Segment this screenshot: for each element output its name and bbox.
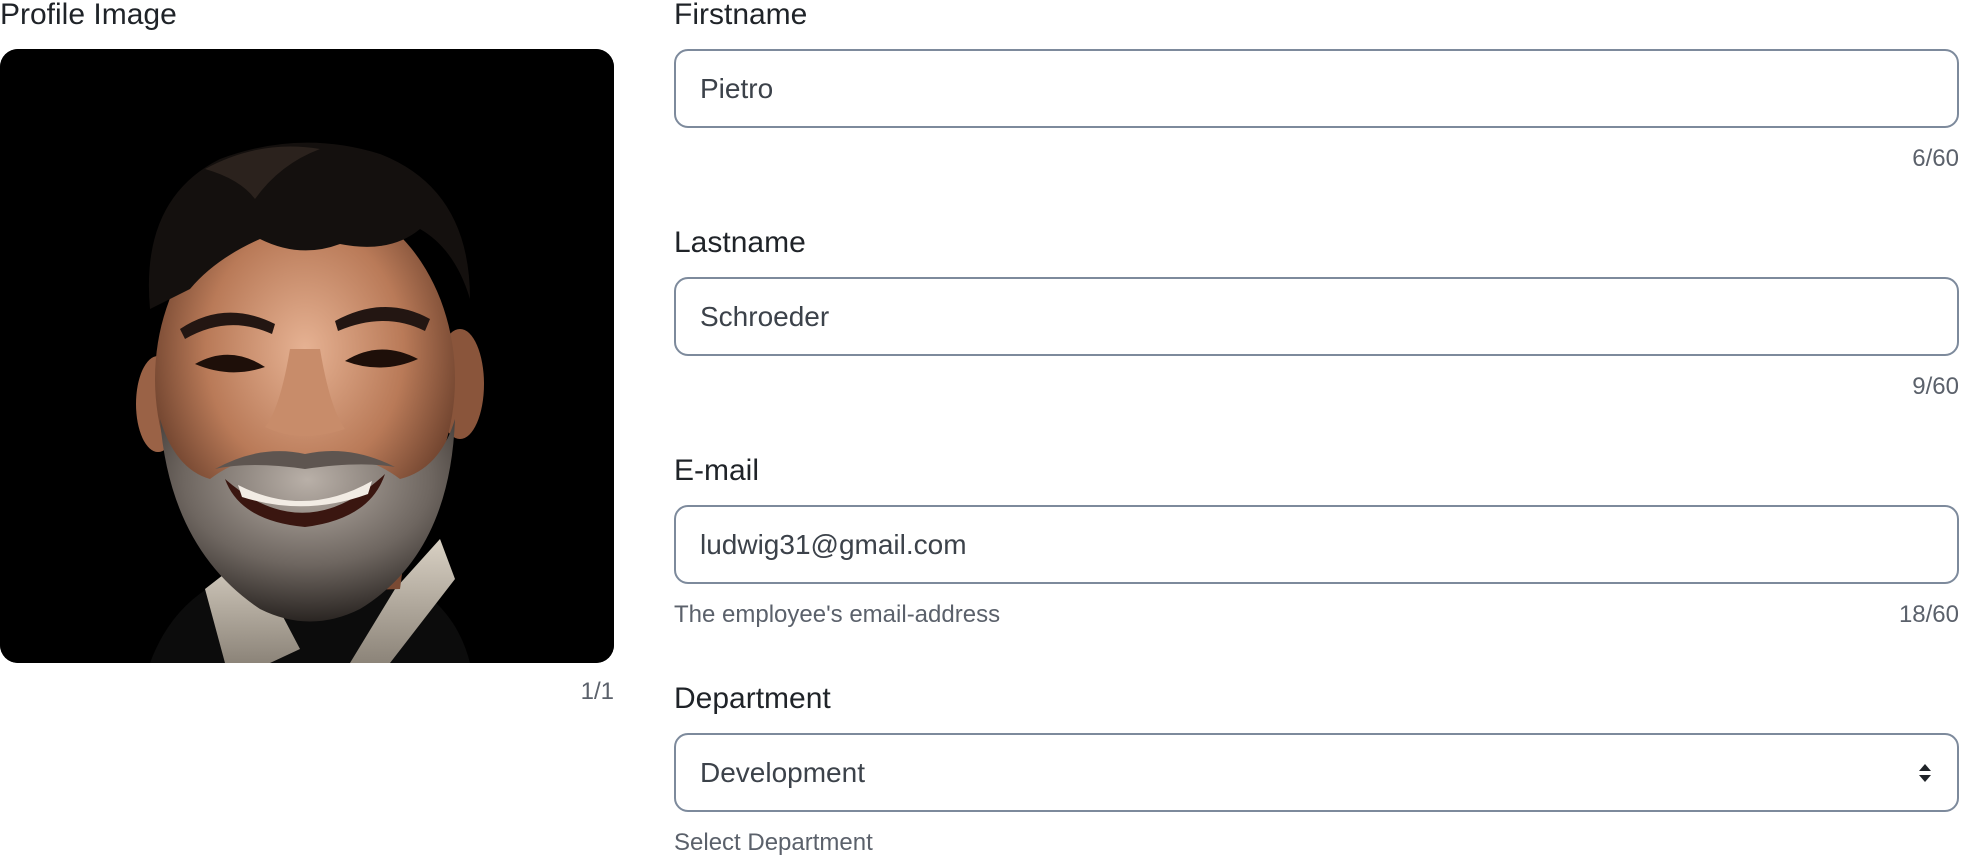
firstname-footer: 6/60 — [674, 145, 1959, 175]
department-footer: Select Department — [674, 829, 1959, 859]
firstname-label: Firstname — [674, 0, 808, 31]
lastname-char-counter: 9/60 — [1912, 373, 1959, 400]
department-selected-value: Development — [700, 756, 865, 788]
firstname-field-box[interactable] — [674, 49, 1959, 128]
profile-image-label: Profile Image — [0, 0, 177, 31]
lastname-input[interactable] — [700, 300, 1933, 333]
email-input[interactable] — [700, 528, 1933, 561]
profile-photo-image — [0, 49, 614, 663]
lastname-footer: 9/60 — [674, 373, 1959, 403]
email-footer: The employee's email-address 18/60 — [674, 601, 1959, 631]
sort-updown-icon — [1919, 763, 1931, 782]
department-select[interactable]: Development — [674, 733, 1959, 812]
lastname-field-box[interactable] — [674, 277, 1959, 356]
image-counter: 1/1 — [580, 678, 614, 705]
profile-photo[interactable] — [0, 49, 614, 663]
firstname-char-counter: 6/60 — [1912, 145, 1959, 172]
department-helper-text: Select Department — [674, 829, 873, 856]
lastname-label: Lastname — [674, 226, 806, 259]
email-field-box[interactable] — [674, 505, 1959, 584]
department-label: Department — [674, 682, 831, 715]
email-label: E-mail — [674, 454, 760, 487]
email-helper-text: The employee's email-address — [674, 601, 1001, 628]
firstname-input[interactable] — [700, 72, 1933, 105]
email-char-counter: 18/60 — [1898, 601, 1959, 628]
